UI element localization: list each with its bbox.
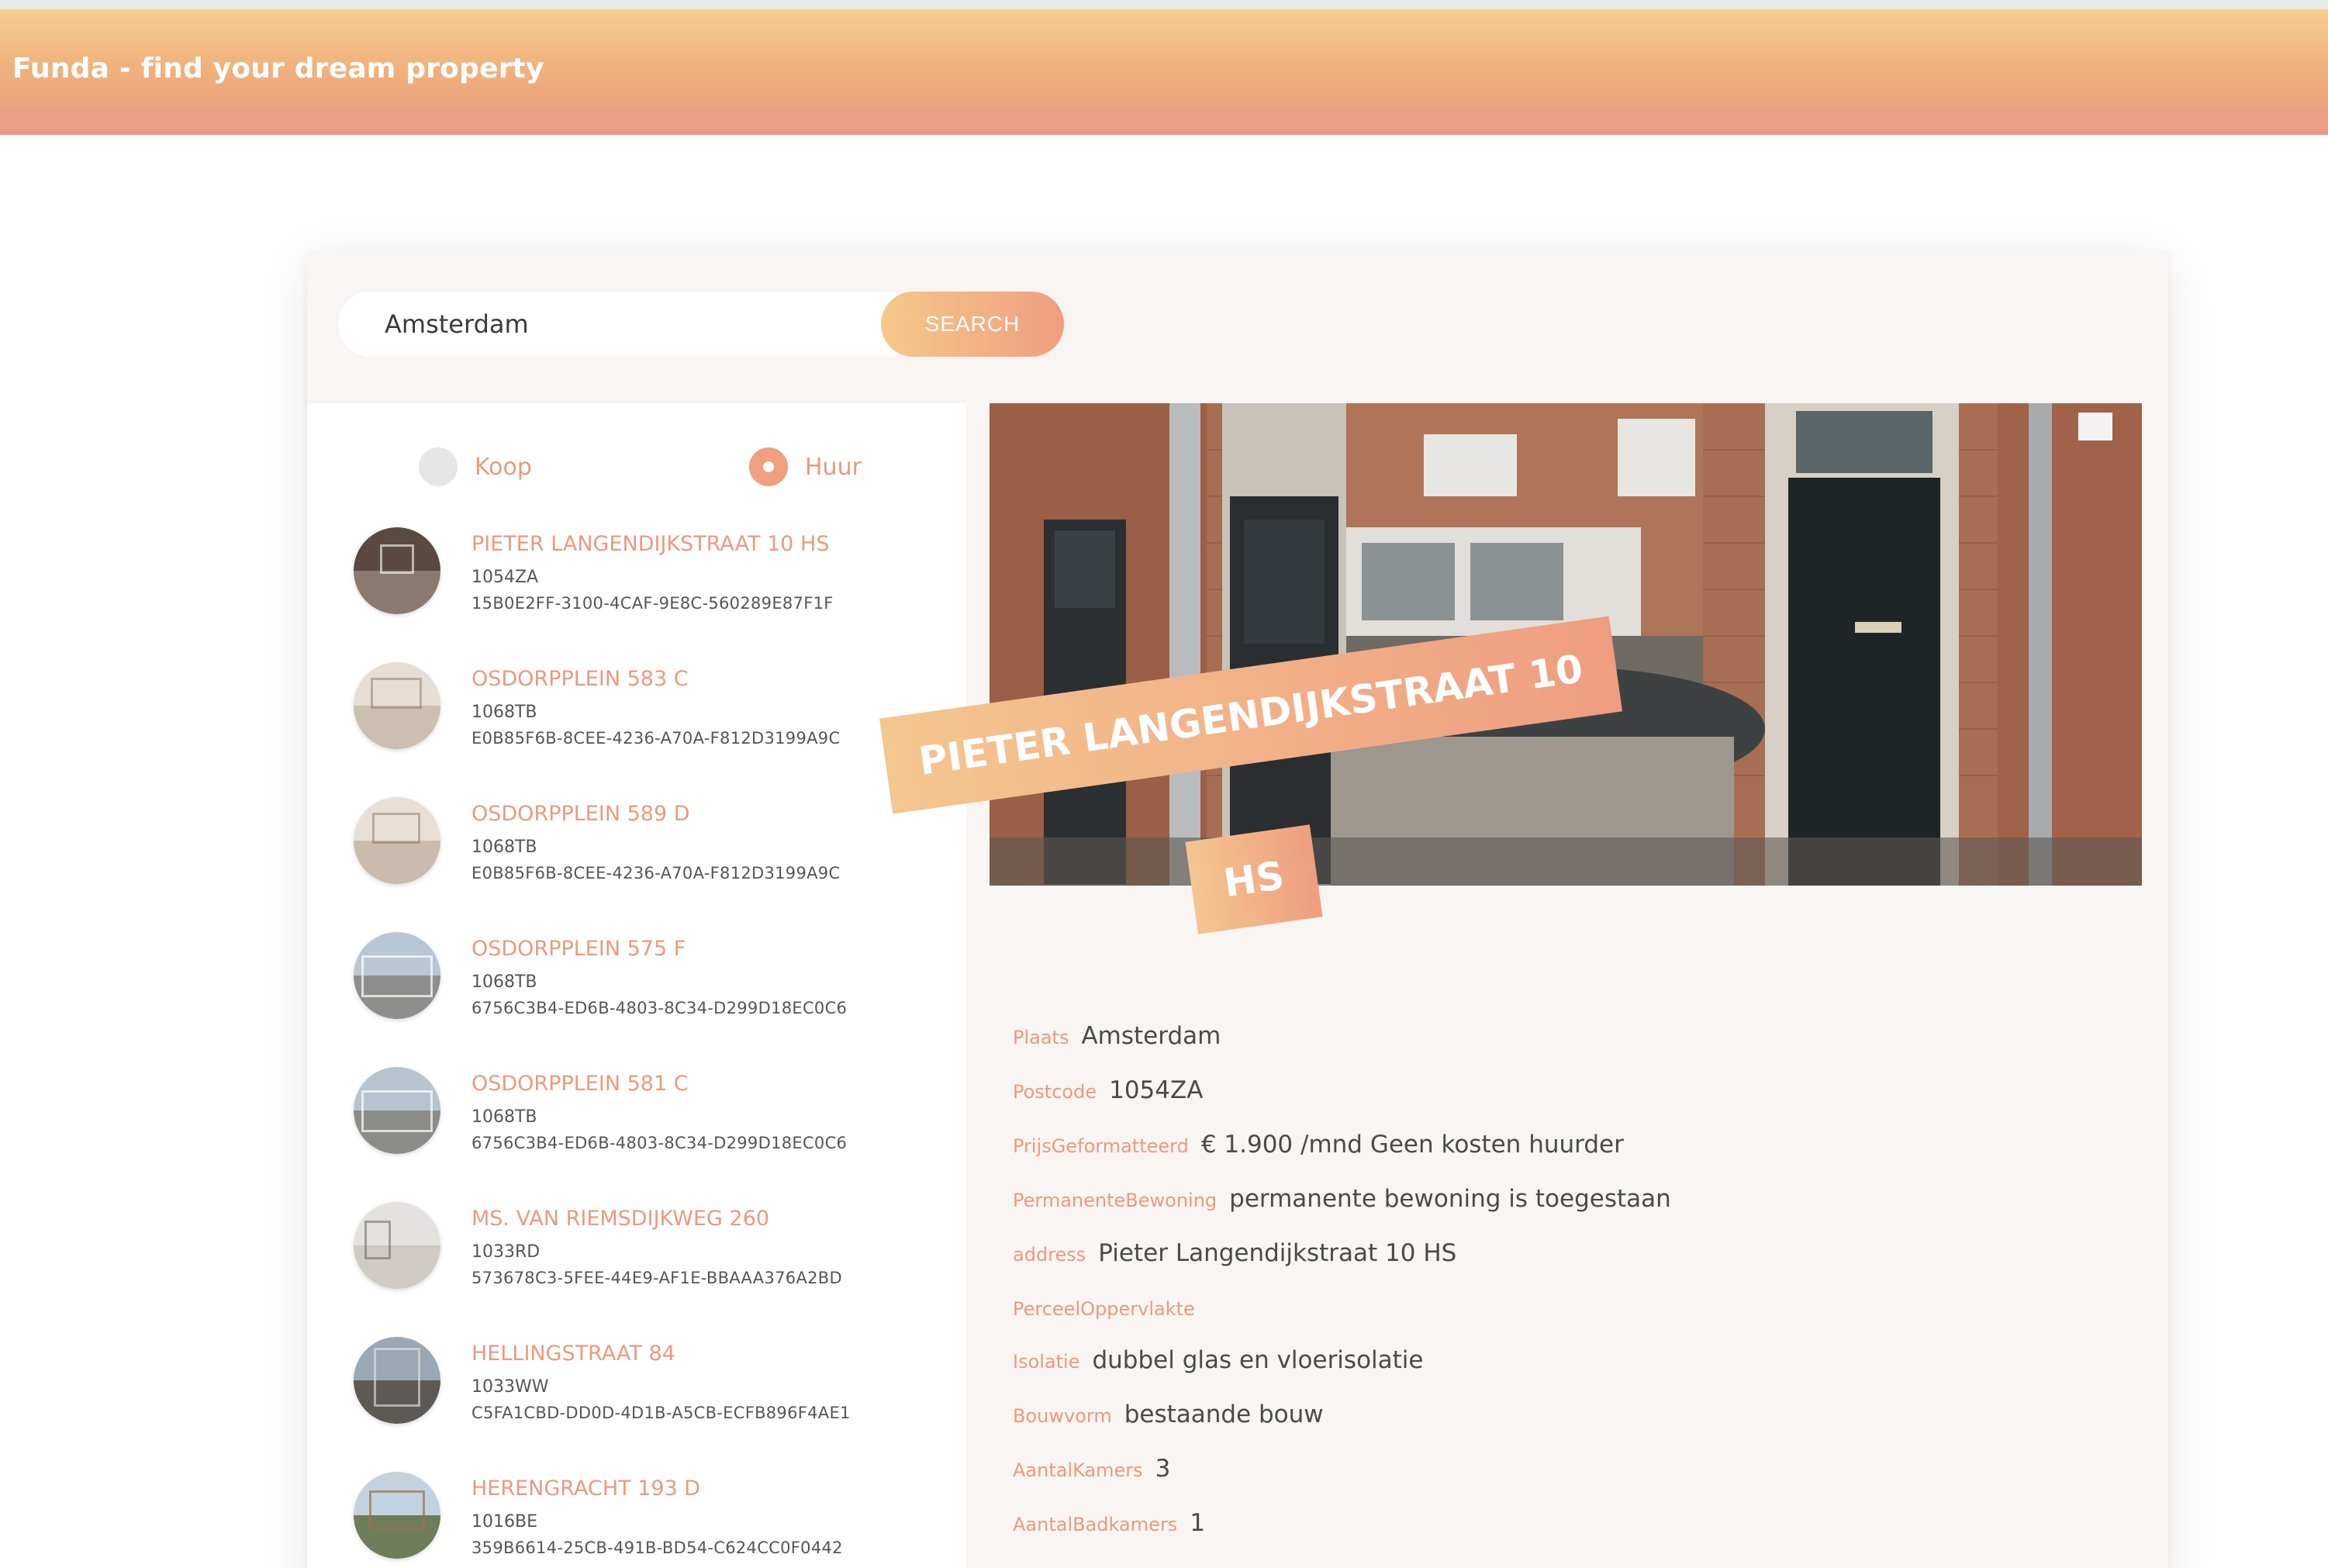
listing-title: OSDORPPLEIN 583 C: [471, 667, 689, 691]
detail-key: Postcode: [1013, 1081, 1097, 1103]
detail-key: PerceelOppervlakte: [1013, 1298, 1195, 1320]
detail-row: Garage: [1013, 1563, 1093, 1568]
detail-value: bestaande bouw: [1124, 1400, 1324, 1428]
detail-key: Plaats: [1013, 1027, 1069, 1048]
radio-circle-icon[interactable]: [419, 447, 458, 486]
listing-item[interactable]: PIETER LANGENDIJKSTRAAT 10 HS 1054ZA 15B…: [354, 527, 943, 628]
detail-row: Isolatie dubbel glas en vloerisolatie: [1013, 1346, 1424, 1385]
listing-type-filter: Koop Huur: [419, 445, 962, 489]
radio-koop-label: Koop: [475, 453, 532, 481]
detail-row: PerceelOppervlakte: [1013, 1293, 1207, 1332]
listings-panel: Koop Huur PIETER LANGENDIJKSTRAAT 10 HS …: [307, 403, 966, 1568]
listing-postcode: 1033RD: [471, 1242, 541, 1262]
listing-title: PIETER LANGENDIJKSTRAAT 10 HS: [471, 532, 830, 556]
detail-value: 1054ZA: [1109, 1076, 1204, 1104]
detail-row: PrijsGeformatteerd € 1.900 /mnd Geen kost…: [1013, 1131, 1624, 1169]
listing-thumbnail: [354, 527, 440, 614]
listing-thumbnail: [354, 797, 440, 884]
radio-huur[interactable]: Huur: [749, 445, 862, 489]
search-input[interactable]: [338, 292, 896, 357]
radio-checked-icon[interactable]: [749, 447, 788, 486]
listing-postcode: 1033WW: [471, 1377, 549, 1397]
property-title-line2: HS: [1221, 852, 1287, 907]
listing-id: E0B85F6B-8CEE-4236-A70A-F812D3199A9C: [471, 864, 841, 882]
listing-thumbnail: [354, 1067, 440, 1154]
search-button[interactable]: SEARCH: [881, 292, 1064, 357]
listing-title: HELLINGSTRAAT 84: [471, 1342, 675, 1366]
detail-row: address Pieter Langendijkstraat 10 HS: [1013, 1239, 1456, 1278]
listing-title: OSDORPPLEIN 575 F: [471, 937, 686, 961]
listing-thumbnail: [354, 662, 440, 749]
listing-id: 6756C3B4-ED6B-4803-8C34-D299D18EC0C6: [471, 1134, 848, 1152]
listing-title: HERENGRACHT 193 D: [471, 1476, 701, 1501]
listing-postcode: 1068TB: [471, 972, 537, 992]
detail-value: dubbel glas en vloerisolatie: [1092, 1346, 1424, 1374]
detail-value: Amsterdam: [1081, 1022, 1221, 1050]
listing-postcode: 1068TB: [471, 1107, 537, 1127]
listing-id: 573678C3-5FEE-44E9-AF1E-BBAAA376A2BD: [471, 1269, 842, 1287]
listing-thumbnail: [354, 1337, 440, 1424]
detail-key: Bouwvorm: [1013, 1405, 1112, 1427]
detail-value: € 1.900 /mnd Geen kosten huurder: [1200, 1131, 1624, 1159]
property-detail-panel: Plaats Amsterdam Postcode 1054ZA PrijsGefo…: [966, 403, 2168, 1568]
detail-row: Bouwvorm bestaande bouw: [1013, 1400, 1324, 1439]
property-title-banner-suffix: HS: [1185, 824, 1323, 934]
listing-id: 359B6614-25CB-491B-BD54-C624CC0F0442: [471, 1539, 843, 1557]
listing-item[interactable]: OSDORPPLEIN 581 C 1068TB 6756C3B4-ED6B-4…: [354, 1067, 943, 1168]
app-header: Funda - find your dream property: [0, 9, 2328, 135]
detail-key: AantalBadkamers: [1013, 1514, 1178, 1535]
detail-key: Isolatie: [1013, 1351, 1080, 1373]
listing-thumbnail: [354, 932, 440, 1019]
detail-value: Pieter Langendijkstraat 10 HS: [1098, 1239, 1457, 1267]
app-title: Funda - find your dream property: [12, 53, 544, 85]
listing-postcode: 1016BE: [471, 1512, 537, 1532]
listing-title: OSDORPPLEIN 589 D: [471, 802, 690, 826]
radio-huur-label: Huur: [805, 453, 862, 481]
listing-thumbnail: [354, 1202, 440, 1289]
listing-thumbnail: [354, 1472, 440, 1559]
radio-koop[interactable]: Koop: [419, 445, 532, 489]
detail-key: address: [1013, 1244, 1086, 1266]
listing-id: C5FA1CBD-DD0D-4D1B-A5CB-ECFB896F4AE1: [471, 1404, 851, 1422]
detail-row: Plaats Amsterdam: [1013, 1022, 1221, 1061]
listing-item[interactable]: OSDORPPLEIN 583 C 1068TB E0B85F6B-8CEE-4…: [354, 662, 943, 763]
listing-id: 15B0E2FF-3100-4CAF-9E8C-560289E87F1F: [471, 594, 834, 613]
detail-row: Postcode 1054ZA: [1013, 1076, 1203, 1115]
detail-value: 3: [1155, 1455, 1171, 1483]
browser-top-strip: [0, 0, 2328, 9]
listing-postcode: 1054ZA: [471, 568, 539, 587]
listing-id: 6756C3B4-ED6B-4803-8C34-D299D18EC0C6: [471, 999, 848, 1017]
detail-row: AantalKamers 3: [1013, 1455, 1170, 1494]
listing-item[interactable]: OSDORPPLEIN 589 D 1068TB E0B85F6B-8CEE-4…: [354, 797, 943, 898]
detail-key: PrijsGeformatteerd: [1013, 1135, 1189, 1157]
search-bar: SEARCH: [338, 292, 1064, 357]
detail-row: PermanenteBewoning permanente bewoning is…: [1013, 1185, 1671, 1224]
detail-row: AantalBadkamers 1: [1013, 1509, 1205, 1548]
detail-key: PermanenteBewoning: [1013, 1190, 1218, 1211]
listing-item[interactable]: MS. VAN RIEMSDIJKWEG 260 1033RD 573678C3…: [354, 1202, 943, 1303]
listing-item[interactable]: OSDORPPLEIN 575 F 1068TB 6756C3B4-ED6B-4…: [354, 932, 943, 1033]
listing-item[interactable]: HERENGRACHT 193 D 1016BE 359B6614-25CB-4…: [354, 1472, 943, 1568]
listing-title: MS. VAN RIEMSDIJKWEG 260: [471, 1207, 770, 1231]
listing-title: OSDORPPLEIN 581 C: [471, 1072, 689, 1096]
detail-value: permanente bewoning is toegestaan: [1229, 1185, 1671, 1213]
listing-postcode: 1068TB: [471, 838, 537, 857]
listing-item[interactable]: HELLINGSTRAAT 84 1033WW C5FA1CBD-DD0D-4D…: [354, 1337, 943, 1438]
detail-value: 1: [1190, 1509, 1205, 1537]
listing-postcode: 1068TB: [471, 703, 537, 722]
detail-key: AantalKamers: [1013, 1459, 1143, 1481]
listing-id: E0B85F6B-8CEE-4236-A70A-F812D3199A9C: [471, 729, 841, 748]
